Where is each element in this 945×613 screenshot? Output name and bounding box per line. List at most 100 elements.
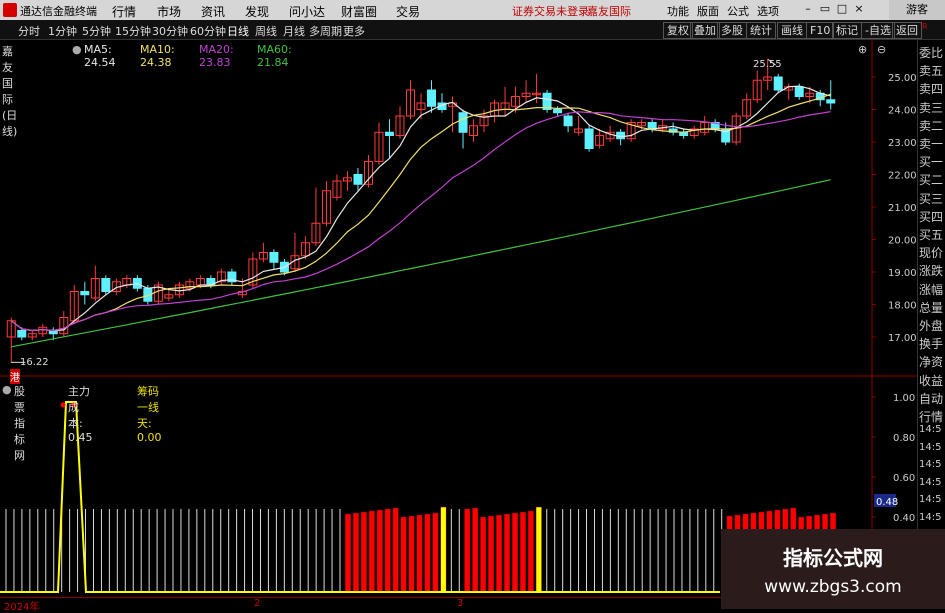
watermark-title: 指标公式网: [783, 546, 883, 570]
quote-label: 卖三: [919, 100, 944, 115]
quote-label: 买一: [919, 155, 944, 170]
quote-label: 收益: [919, 373, 944, 388]
ma20-value: MA20: 23.83: [199, 43, 234, 69]
price-tick-label: 25.00: [888, 73, 917, 84]
price-tick-label: 18.00: [888, 301, 917, 312]
high-price-label: 25.55: [753, 59, 782, 70]
axis-year-label: 2024年: [4, 602, 40, 613]
sub-bar-yellow: [535, 506, 542, 593]
sub-bar-red: [352, 512, 359, 593]
quote-label: 涨跌: [919, 264, 944, 279]
low-marker: 港: [10, 369, 20, 384]
spike-marker: [60, 402, 66, 408]
indicator-settings-icon[interactable]: ●: [2, 383, 12, 396]
candle-down: [353, 174, 363, 185]
candle-down: [826, 99, 836, 104]
tick-time: 14:5: [919, 476, 942, 488]
sub-bar-red: [368, 510, 375, 593]
kline-chart[interactable]: 25.0024.0023.0022.0021.0020.0019.0018.00…: [0, 0, 917, 609]
quote-label: 买四: [919, 209, 944, 224]
sub-bar-red: [400, 516, 407, 593]
sub-bar-red: [432, 512, 439, 593]
tick-time: 14:5: [919, 424, 942, 435]
watermark-url: www.zbgs3.com: [764, 577, 902, 597]
low-price-label: 16.22: [20, 357, 49, 368]
zoom-in-icon[interactable]: ⊕: [858, 43, 867, 56]
axis-month-2-label: 2: [254, 598, 261, 609]
quote-label: 委比: [919, 46, 944, 60]
price-tick-label: 22.00: [888, 171, 917, 182]
sub-bar-red: [495, 514, 503, 593]
candle-down: [584, 128, 594, 149]
zoom-out-icon[interactable]: ⊖: [877, 43, 886, 56]
settings-circle-icon[interactable]: ●: [72, 43, 82, 56]
sub-bar-red: [480, 516, 487, 593]
sub-bar-red: [360, 511, 367, 593]
quote-label: 卖五: [919, 64, 944, 79]
sub-tick-label: 0.80: [893, 433, 915, 444]
candle-down: [773, 76, 783, 91]
sub-bar-red: [424, 513, 431, 593]
current-value-label: 0.48: [876, 497, 898, 508]
quote-label: 卖一: [919, 137, 944, 151]
sub-bar-red: [376, 509, 383, 593]
quote-label: 自动: [919, 391, 944, 406]
candle-down: [794, 86, 804, 97]
indicator-name: 股票指标网: [14, 385, 25, 462]
sub-bar-red: [527, 510, 534, 593]
price-tick-label: 23.00: [888, 138, 917, 149]
stock-label: 嘉友国际(日线): [2, 45, 18, 138]
sub-bar-red: [519, 511, 526, 593]
panel-top-r: R: [922, 22, 928, 31]
candle-down: [647, 122, 657, 130]
quote-label: 总量: [919, 300, 944, 315]
price-tick-label: 21.00: [888, 203, 917, 214]
tick-time: 14:5: [919, 441, 942, 453]
sub-bar-red: [472, 507, 479, 593]
quote-label: 买三: [919, 191, 944, 206]
sub-bar-red: [408, 515, 415, 593]
spike-line: [0, 401, 720, 593]
candle-down: [563, 115, 573, 127]
quote-label: 涨幅: [919, 282, 944, 297]
price-tick-label: 17.00: [888, 333, 917, 344]
price-tick-label: 19.00: [888, 268, 917, 279]
axis-month-3-label: 3: [457, 598, 464, 609]
price-tick-label: 20.00: [888, 236, 917, 247]
ma10-value: MA10: 24.38: [140, 43, 175, 69]
quote-label: 买五: [919, 228, 944, 242]
quote-label: 卖四: [919, 82, 944, 97]
sub-bar-red: [344, 513, 352, 593]
quote-label: 卖二: [919, 118, 944, 133]
chip-line-value: 筹码一线天: 0.00: [137, 385, 162, 444]
ma60-value: MA60: 21.84: [257, 43, 292, 69]
candle-down: [458, 112, 468, 133]
main-cost-value: 主力成本: 0.45: [68, 385, 93, 444]
candle-down: [427, 89, 436, 107]
candle-down: [553, 109, 563, 114]
price-tick-label: 24.00: [888, 106, 917, 117]
sub-tick-label: 1.00: [893, 393, 915, 404]
tick-time: 14:5: [919, 494, 942, 505]
tick-time: 14:5: [919, 511, 942, 523]
candle-down: [384, 131, 394, 136]
candle-down: [101, 278, 111, 292]
sub-tick-label: 0.60: [893, 473, 915, 484]
sub-bar-yellow: [440, 506, 447, 593]
quote-label: 换手: [919, 337, 944, 352]
sub-bar-red: [392, 507, 399, 593]
candle-down: [269, 252, 279, 263]
sub-tick-label: 0.40: [893, 513, 915, 524]
sub-bar-red: [384, 508, 391, 593]
sub-bar-red: [488, 515, 495, 593]
quote-label: 行情: [919, 410, 944, 424]
sub-bar-red: [464, 508, 471, 593]
candle-down: [17, 330, 27, 338]
ma20-line: [10, 111, 831, 332]
quote-label: 现价: [919, 246, 944, 261]
quote-label: 外盘: [919, 319, 944, 333]
sub-bar-red: [503, 513, 511, 593]
sub-bar-red: [416, 514, 423, 593]
sub-bar-red: [511, 512, 519, 593]
quote-label: 净资: [919, 355, 944, 370]
